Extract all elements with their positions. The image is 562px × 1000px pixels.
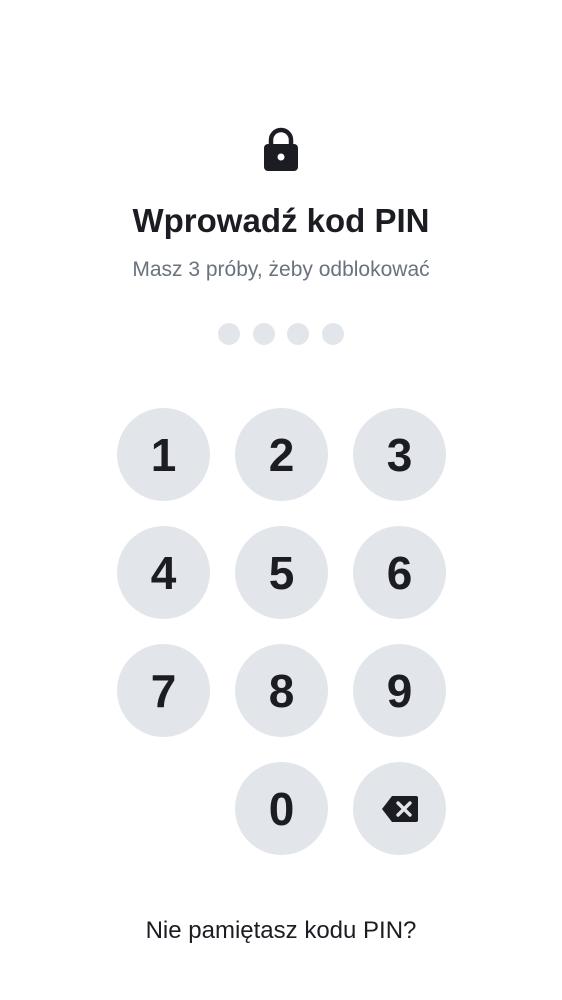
pin-dot — [287, 323, 309, 345]
pin-dot — [321, 323, 344, 345]
key-0[interactable]: 0 — [235, 762, 328, 855]
forgot-pin-link[interactable]: Nie pamiętasz kodu PIN? — [0, 915, 562, 947]
key-5[interactable]: 5 — [235, 526, 328, 619]
key-1[interactable]: 1 — [117, 408, 210, 501]
key-6[interactable]: 6 — [353, 526, 446, 619]
key-9[interactable]: 9 — [353, 644, 446, 737]
attempts-subtitle: Masz 3 próby, żeby odblokować — [132, 258, 430, 281]
key-2[interactable]: 2 — [235, 408, 328, 501]
pin-indicator — [218, 323, 348, 347]
pin-dot — [218, 323, 240, 345]
backspace-button[interactable] — [353, 762, 446, 855]
key-7[interactable]: 7 — [117, 644, 210, 737]
key-4[interactable]: 4 — [117, 526, 210, 619]
numeric-keypad: 1 2 3 4 5 6 7 8 9 0 — [117, 408, 447, 858]
key-8[interactable]: 8 — [235, 644, 328, 737]
backspace-icon — [381, 795, 418, 822]
key-3[interactable]: 3 — [353, 408, 446, 501]
page-title: Wprowadź kod PIN — [132, 202, 430, 239]
pin-dot — [252, 323, 275, 345]
pin-entry-screen: Wprowadź kod PIN Masz 3 próby, żeby odbl… — [0, 0, 562, 1000]
lock-icon — [264, 127, 298, 171]
